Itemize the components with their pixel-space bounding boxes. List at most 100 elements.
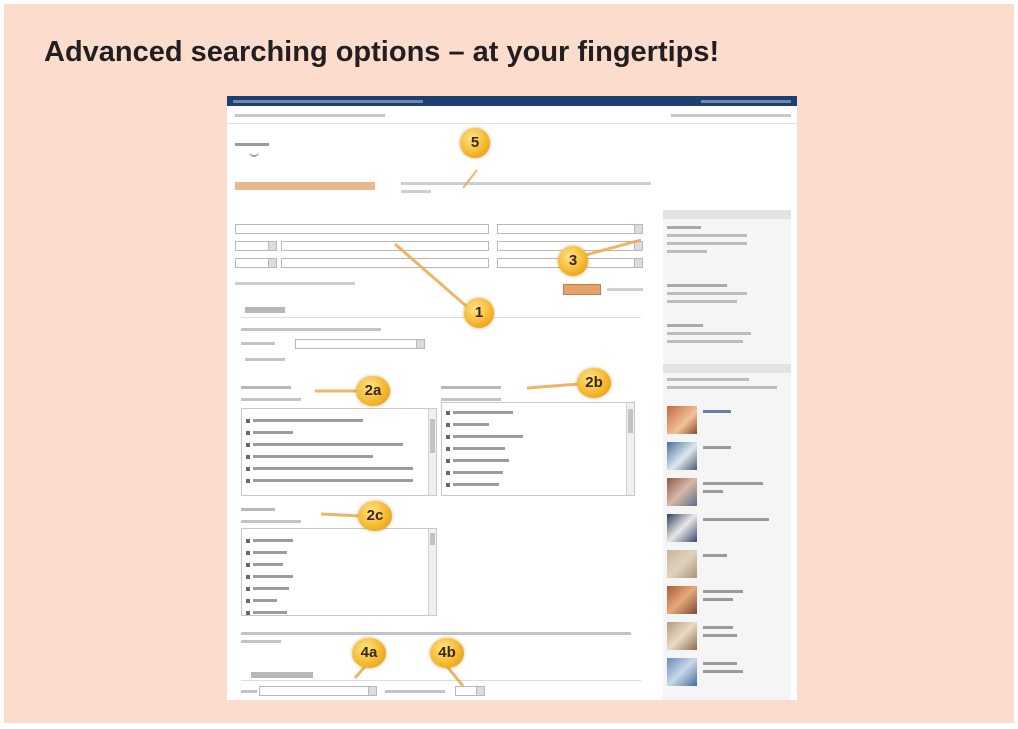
source-type-list[interactable] bbox=[241, 408, 437, 496]
proquest-screenshot: 5 1 3 2a 2b 2c 4a 4b bbox=[227, 96, 797, 700]
list-item[interactable] bbox=[446, 481, 499, 488]
list-item[interactable] bbox=[246, 537, 293, 544]
boolean-select-2[interactable] bbox=[235, 241, 277, 251]
list-item[interactable] bbox=[246, 441, 403, 448]
search-button[interactable] bbox=[563, 284, 601, 295]
thesaurus-link[interactable] bbox=[667, 224, 787, 253]
search-subject-areas-heading bbox=[663, 364, 791, 373]
scrollbar[interactable] bbox=[428, 529, 436, 615]
items-per-page-select[interactable] bbox=[455, 686, 485, 696]
search-tips-link[interactable] bbox=[667, 322, 787, 343]
subject-area-item[interactable] bbox=[667, 658, 791, 688]
scrollbar[interactable] bbox=[626, 403, 634, 495]
shortcut-note-2 bbox=[241, 640, 281, 643]
list-item[interactable] bbox=[246, 549, 287, 556]
full-text-option[interactable] bbox=[241, 328, 381, 331]
subject-area-item[interactable] bbox=[667, 514, 791, 544]
divider bbox=[241, 680, 641, 681]
advanced-search-heading bbox=[235, 182, 375, 190]
search-field-3[interactable] bbox=[281, 258, 489, 268]
clear-form-link[interactable] bbox=[607, 288, 643, 291]
sort-by-label bbox=[241, 690, 257, 693]
list-item[interactable] bbox=[446, 457, 509, 464]
subject-area-item[interactable] bbox=[667, 478, 791, 508]
scrollbar[interactable] bbox=[428, 409, 436, 495]
search-field-1[interactable] bbox=[235, 224, 489, 234]
list-item[interactable] bbox=[446, 433, 523, 440]
chevron-down-icon bbox=[268, 242, 276, 250]
logo-swoosh-icon bbox=[249, 151, 259, 157]
subject-image bbox=[667, 514, 697, 542]
subject-image bbox=[667, 442, 697, 470]
subject-area-item[interactable] bbox=[667, 550, 791, 580]
searching-databases-text bbox=[233, 100, 423, 103]
subject-area-item[interactable] bbox=[667, 586, 791, 616]
list-item[interactable] bbox=[246, 585, 289, 592]
list-item[interactable] bbox=[246, 609, 287, 616]
preferences-links[interactable] bbox=[671, 114, 791, 117]
document-type-list[interactable] bbox=[441, 402, 635, 496]
list-item[interactable] bbox=[446, 409, 513, 416]
source-select-clear[interactable] bbox=[241, 398, 301, 401]
callout-badge-2a: 2a bbox=[356, 376, 390, 406]
search-tools-sidebar bbox=[663, 210, 791, 700]
date-range-select[interactable] bbox=[295, 339, 425, 349]
sort-by-select[interactable] bbox=[259, 686, 377, 696]
subject-image bbox=[667, 622, 697, 650]
date-range-label bbox=[241, 342, 275, 345]
language-list[interactable] bbox=[241, 528, 437, 616]
document-select-clear[interactable] bbox=[441, 398, 501, 401]
my-research-link[interactable] bbox=[701, 100, 791, 103]
callout-badge-4a: 4a bbox=[352, 638, 386, 668]
nav-separator bbox=[227, 123, 797, 124]
list-item[interactable] bbox=[446, 421, 489, 428]
subject-image bbox=[667, 406, 697, 434]
slide-title: Advanced searching options – at your fin… bbox=[44, 36, 720, 68]
subject-image bbox=[667, 586, 697, 614]
nav-row bbox=[227, 110, 797, 122]
top-bar bbox=[227, 96, 797, 106]
subject-area-item[interactable] bbox=[667, 442, 791, 472]
shortcut-note bbox=[241, 632, 631, 635]
chevron-down-icon bbox=[368, 687, 376, 695]
subject-area-item[interactable] bbox=[667, 622, 791, 652]
callout-badge-3: 3 bbox=[558, 246, 588, 276]
language-select-clear[interactable] bbox=[241, 520, 301, 523]
field-select-1[interactable] bbox=[497, 224, 643, 234]
items-per-page-label bbox=[385, 690, 445, 693]
chevron-down-icon bbox=[634, 225, 642, 233]
nav-links[interactable] bbox=[235, 114, 385, 117]
more-options-link[interactable] bbox=[245, 358, 285, 361]
proquest-logo bbox=[235, 140, 269, 148]
list-item[interactable] bbox=[246, 429, 293, 436]
field-codes-link[interactable] bbox=[667, 282, 787, 303]
display-options-heading bbox=[251, 672, 313, 678]
list-item[interactable] bbox=[246, 453, 373, 460]
subject-area-item[interactable] bbox=[667, 406, 791, 436]
advanced-search-links[interactable] bbox=[401, 180, 661, 193]
chevron-down-icon bbox=[634, 242, 642, 250]
callout-badge-2c: 2c bbox=[358, 501, 392, 531]
chevron-down-icon bbox=[416, 340, 424, 348]
list-item[interactable] bbox=[446, 469, 503, 476]
list-item[interactable] bbox=[246, 573, 293, 580]
subject-image bbox=[667, 658, 697, 686]
list-item[interactable] bbox=[446, 445, 505, 452]
limit-to-heading bbox=[245, 307, 285, 313]
callout-badge-1: 1 bbox=[464, 298, 494, 328]
callout-badge-5: 5 bbox=[460, 128, 490, 158]
list-item[interactable] bbox=[246, 561, 283, 568]
list-item[interactable] bbox=[246, 477, 413, 484]
chevron-down-icon bbox=[634, 259, 642, 267]
search-field-2[interactable] bbox=[281, 241, 489, 251]
subject-image bbox=[667, 478, 697, 506]
list-item[interactable] bbox=[246, 417, 363, 424]
list-item[interactable] bbox=[246, 597, 277, 604]
add-row-link[interactable] bbox=[235, 282, 355, 285]
callout-badge-4b: 4b bbox=[430, 638, 464, 668]
subject-areas-intro bbox=[667, 376, 787, 389]
boolean-select-3[interactable] bbox=[235, 258, 277, 268]
callout-badge-2b: 2b bbox=[577, 368, 611, 398]
list-item[interactable] bbox=[246, 465, 413, 472]
divider bbox=[241, 317, 641, 318]
